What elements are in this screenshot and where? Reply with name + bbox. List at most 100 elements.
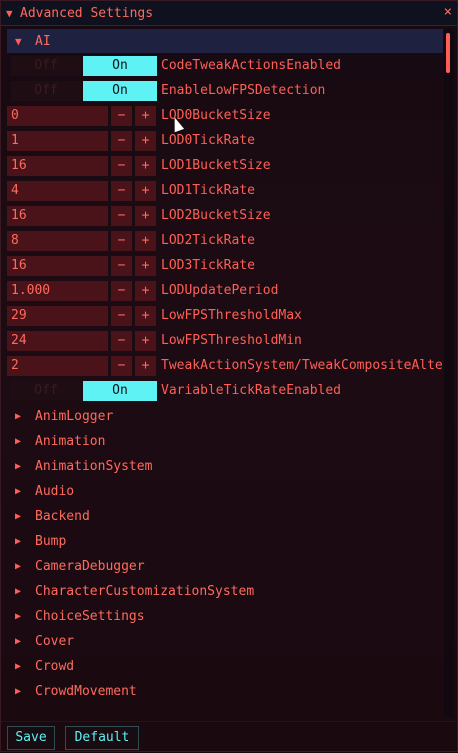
- increment-button[interactable]: +: [135, 206, 156, 226]
- setting-label: LOD1BucketSize: [161, 158, 271, 173]
- setting-label: LOD1TickRate: [161, 183, 255, 198]
- collapse-window-icon[interactable]: ▼: [6, 7, 18, 20]
- triangle-right-icon: ▶: [15, 535, 22, 547]
- increment-button[interactable]: +: [135, 131, 156, 151]
- section-header-collapsed[interactable]: ▶ Backend: [7, 504, 443, 528]
- setting-label: VariableTickRateEnabled: [161, 383, 342, 398]
- number-input[interactable]: 29: [7, 306, 108, 326]
- setting-label: TweakActionSystem/TweakCompositeAltern: [161, 358, 443, 373]
- triangle-right-icon: ▶: [15, 485, 22, 497]
- setting-label: LOD0TickRate: [161, 133, 255, 148]
- triangle-right-icon: ▶: [15, 560, 22, 572]
- section-header-collapsed[interactable]: ▶ Cover: [7, 629, 443, 653]
- setting-row: 8− + LOD2TickRate: [5, 230, 443, 252]
- increment-button[interactable]: +: [135, 181, 156, 201]
- decrement-button[interactable]: −: [111, 306, 132, 326]
- decrement-button[interactable]: −: [111, 206, 132, 226]
- number-input[interactable]: 2: [7, 356, 108, 376]
- section-header-collapsed[interactable]: ▶ CameraDebugger: [7, 554, 443, 578]
- setting-label: LODUpdatePeriod: [161, 283, 279, 298]
- section-label: Audio: [35, 483, 75, 499]
- on-toggle-button[interactable]: On: [83, 81, 157, 101]
- increment-button[interactable]: +: [135, 256, 156, 276]
- number-input[interactable]: 16: [7, 206, 108, 226]
- on-toggle-button[interactable]: On: [83, 56, 157, 76]
- setting-label: EnableLowFPSDetection: [161, 83, 326, 98]
- triangle-right-icon: ▶: [15, 435, 22, 447]
- close-icon[interactable]: ×: [444, 4, 452, 20]
- decrement-button[interactable]: −: [111, 131, 132, 151]
- section-label: ChoiceSettings: [35, 608, 145, 624]
- section-header-collapsed[interactable]: ▶ Audio: [7, 479, 443, 503]
- increment-button[interactable]: +: [135, 331, 156, 351]
- setting-row: 1.000− + LODUpdatePeriod: [5, 280, 443, 302]
- number-input[interactable]: 16: [7, 156, 108, 176]
- settings-list: ▼ AI Off On CodeTweakActionsEnabled Off On En…: [5, 29, 443, 717]
- setting-label: LOD2TickRate: [161, 233, 255, 248]
- setting-row: 29− + LowFPSThresholdMax: [5, 305, 443, 327]
- section-header-collapsed[interactable]: ▶ Crowd: [7, 654, 443, 678]
- save-button[interactable]: Save: [7, 726, 55, 750]
- on-toggle-button[interactable]: On: [83, 381, 157, 401]
- section-header-collapsed[interactable]: ▶ CharacterCustomizationSystem: [7, 579, 443, 603]
- section-header-collapsed[interactable]: ▶ AnimLogger: [7, 404, 443, 428]
- default-button[interactable]: Default: [65, 726, 139, 750]
- setting-row: 2− + TweakActionSystem/TweakCompositeAlter…: [5, 355, 443, 377]
- setting-label: LOD2BucketSize: [161, 208, 271, 223]
- off-toggle-option[interactable]: Off: [11, 381, 81, 401]
- decrement-button[interactable]: −: [111, 356, 132, 376]
- triangle-right-icon: ▶: [15, 510, 22, 522]
- number-input[interactable]: 1: [7, 131, 108, 151]
- number-input[interactable]: 24: [7, 331, 108, 351]
- window-title: Advanced Settings: [20, 5, 154, 21]
- section-header-collapsed[interactable]: ▶ CrowdMovement: [7, 679, 443, 703]
- number-input[interactable]: 8: [7, 231, 108, 251]
- section-header-collapsed[interactable]: ▶ AnimationSystem: [7, 454, 443, 478]
- triangle-right-icon: ▶: [15, 585, 22, 597]
- increment-button[interactable]: +: [135, 281, 156, 301]
- increment-button[interactable]: +: [135, 106, 156, 126]
- increment-button[interactable]: +: [135, 156, 156, 176]
- setting-label: LowFPSThresholdMax: [161, 308, 302, 323]
- number-input[interactable]: 4: [7, 181, 108, 201]
- decrement-button[interactable]: −: [111, 181, 132, 201]
- title-bar[interactable]: ▼ Advanced Settings ×: [1, 1, 457, 26]
- section-header-collapsed[interactable]: ▶ Bump: [7, 529, 443, 553]
- section-label: AnimLogger: [35, 408, 114, 424]
- section-label: Crowd: [35, 658, 75, 674]
- section-label: Backend: [35, 508, 90, 524]
- setting-label: CodeTweakActionsEnabled: [161, 58, 342, 73]
- vertical-scrollbar[interactable]: [444, 29, 454, 717]
- section-label: Bump: [35, 533, 67, 549]
- advanced-settings-window: ▼ Advanced Settings × ▼ AI Off On CodeTwea…: [0, 0, 458, 752]
- setting-row: 1− + LOD0TickRate: [5, 130, 443, 152]
- decrement-button[interactable]: −: [111, 106, 132, 126]
- triangle-right-icon: ▶: [15, 660, 22, 672]
- triangle-right-icon: ▶: [15, 685, 22, 697]
- setting-label: LOD3TickRate: [161, 258, 255, 273]
- increment-button[interactable]: +: [135, 356, 156, 376]
- section-header-collapsed[interactable]: ▶ ChoiceSettings: [7, 604, 443, 628]
- section-label: AnimationSystem: [35, 458, 153, 474]
- section-header-collapsed[interactable]: ▶ Animation: [7, 429, 443, 453]
- number-input[interactable]: 0: [7, 106, 108, 126]
- number-input[interactable]: 16: [7, 256, 108, 276]
- off-toggle-option[interactable]: Off: [11, 56, 81, 76]
- increment-button[interactable]: +: [135, 231, 156, 251]
- decrement-button[interactable]: −: [111, 281, 132, 301]
- setting-row: 16− + LOD3TickRate: [5, 255, 443, 277]
- setting-row: Off On CodeTweakActionsEnabled: [5, 55, 443, 77]
- decrement-button[interactable]: −: [111, 256, 132, 276]
- section-label: Cover: [35, 633, 75, 649]
- section-label: CharacterCustomizationSystem: [35, 583, 255, 599]
- increment-button[interactable]: +: [135, 306, 156, 326]
- section-label: Animation: [35, 433, 106, 449]
- setting-row: 24− + LowFPSThresholdMin: [5, 330, 443, 352]
- section-header-ai[interactable]: ▼ AI: [7, 29, 443, 53]
- decrement-button[interactable]: −: [111, 331, 132, 351]
- off-toggle-option[interactable]: Off: [11, 81, 81, 101]
- number-input[interactable]: 1.000: [7, 281, 108, 301]
- decrement-button[interactable]: −: [111, 231, 132, 251]
- scrollbar-thumb[interactable]: [446, 33, 450, 73]
- decrement-button[interactable]: −: [111, 156, 132, 176]
